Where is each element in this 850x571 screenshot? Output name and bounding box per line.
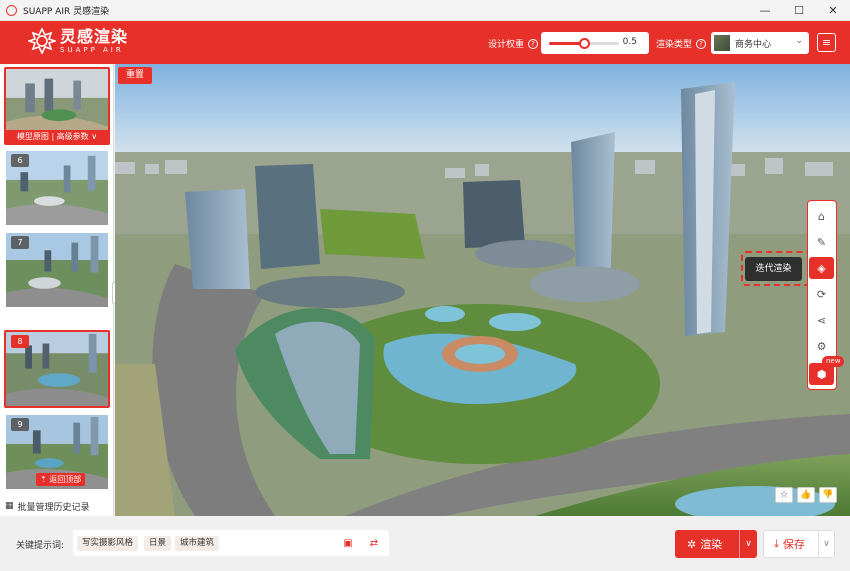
- download-icon: ⤓: [774, 537, 779, 550]
- rendered-image: [115, 64, 850, 516]
- thumbs-down-icon[interactable]: 👎: [819, 487, 837, 503]
- save-button[interactable]: ⤓ 保存 ∨: [763, 530, 835, 558]
- design-weight-label: 设计权重 ?: [488, 37, 539, 50]
- back-to-top-button[interactable]: ⇡ 返回顶部: [36, 473, 86, 486]
- logo: 灵感渲染 SUAPP AIR: [28, 27, 128, 55]
- chevron-down-icon[interactable]: ∨: [739, 530, 757, 558]
- render-button[interactable]: ✲ 渲染 ∨: [675, 530, 757, 558]
- close-button[interactable]: ✕: [816, 0, 850, 21]
- history-sidebar: 模型原图 | 高级参数 ∨ 6 7 8 9 ⇡ 返回顶部 ▦ 批量管理历史记录: [0, 64, 114, 516]
- window-title: SUAPP AIR 灵感渲染: [23, 6, 110, 17]
- sparkle-icon: ✲: [687, 537, 697, 551]
- layers-icon[interactable]: ◈: [809, 257, 834, 279]
- thumbnail-6[interactable]: 6: [4, 149, 110, 227]
- chevron-down-icon: ⌄: [795, 36, 803, 46]
- thumbnail-number: 6: [11, 154, 29, 167]
- favorite-icon[interactable]: ☆: [775, 487, 793, 503]
- keyword-chip[interactable]: 写实摄影风格: [77, 536, 139, 551]
- keyword-label: 关键提示词:: [16, 541, 65, 551]
- window-titlebar: SUAPP AIR 灵感渲染 — ☐ ✕: [0, 0, 850, 21]
- thumbnail-7[interactable]: 7: [4, 231, 110, 309]
- maximize-button[interactable]: ☐: [782, 0, 816, 21]
- thumbnail-original-options[interactable]: 模型原图 | 高级参数 ∨: [6, 130, 108, 143]
- app-icon: [6, 4, 17, 16]
- share-icon[interactable]: ⋖: [808, 309, 835, 331]
- settings-icon[interactable]: ⚙: [808, 335, 835, 357]
- help-icon[interactable]: ?: [696, 38, 707, 49]
- translate-icon[interactable]: ⇄: [367, 536, 381, 550]
- new-badge: new: [822, 356, 845, 367]
- render-viewport[interactable]: 重置 迭代渲染 ⌂ ✎ ◈ ⟳ ⋖ ⚙ ⬢ new ☆ 👍 👎: [115, 64, 850, 516]
- thumbnail-9[interactable]: 9 ⇡ 返回顶部: [4, 413, 110, 491]
- render-type-thumbnail: [714, 35, 730, 51]
- logo-mark-icon: [28, 27, 56, 55]
- image-icon[interactable]: ▣: [341, 536, 355, 550]
- logo-subtitle: SUAPP AIR: [60, 45, 124, 54]
- keyword-chip[interactable]: 日景: [144, 536, 172, 551]
- minimize-button[interactable]: —: [748, 0, 782, 21]
- help-icon[interactable]: ?: [528, 38, 539, 49]
- keyword-input[interactable]: 写实摄影风格 日景 城市建筑 ▣ ⇄: [73, 530, 389, 556]
- slider-handle[interactable]: [579, 38, 590, 49]
- app-header: 灵感渲染 SUAPP AIR 设计权重 ? 0.5 渲染类型 ? 商务中心 ⌄ …: [0, 21, 850, 64]
- render-type-select[interactable]: 商务中心 ⌄: [711, 32, 809, 54]
- thumbnail-number: 8: [11, 335, 29, 348]
- batch-history-button[interactable]: ▦ 批量管理历史记录: [0, 496, 114, 516]
- home-icon[interactable]: ⌂: [808, 205, 835, 227]
- thumbs-up-icon[interactable]: 👍: [797, 487, 815, 503]
- grid-icon: ▦: [5, 501, 14, 511]
- reset-button[interactable]: 重置: [118, 67, 153, 84]
- render-type-label: 渲染类型 ?: [656, 37, 707, 50]
- menu-button[interactable]: ≡: [817, 33, 836, 52]
- chevron-down-icon[interactable]: ∨: [818, 531, 834, 557]
- design-weight-slider[interactable]: 0.5: [541, 32, 649, 54]
- design-weight-value: 0.5: [622, 37, 637, 47]
- thumbnail-number: 7: [11, 236, 29, 249]
- bottom-bar: 关键提示词: 写实摄影风格 日景 城市建筑 ▣ ⇄ ✲ 渲染 ∨ ⤓ 保存 ∨: [0, 516, 850, 571]
- edit-icon[interactable]: ✎: [808, 231, 835, 253]
- slider-track[interactable]: [549, 38, 619, 49]
- logo-title: 灵感渲染: [60, 26, 129, 46]
- thumbnail-number: 9: [11, 418, 29, 431]
- thumbnail-original[interactable]: 模型原图 | 高级参数 ∨: [4, 67, 110, 145]
- refresh-icon[interactable]: ⟳: [808, 283, 835, 305]
- keyword-chip[interactable]: 城市建筑: [175, 536, 220, 551]
- thumbnail-8[interactable]: 8: [4, 330, 110, 408]
- iterate-render-tooltip: 迭代渲染: [745, 257, 802, 281]
